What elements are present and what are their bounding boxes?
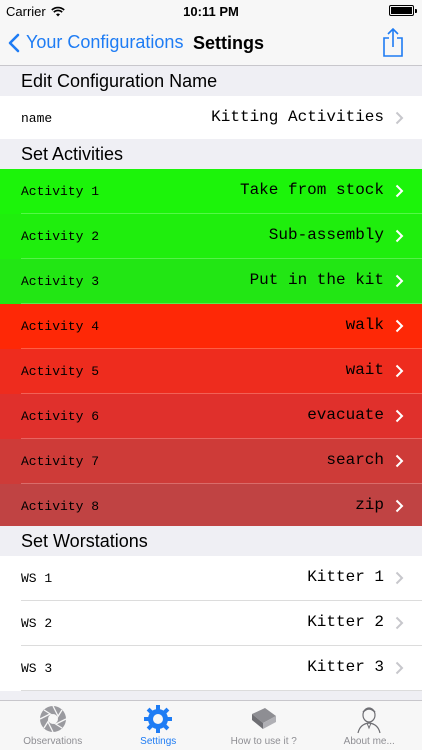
activity-label: Activity 8 [21, 499, 100, 514]
workstation-value: Kitter 3 [307, 658, 384, 676]
back-button[interactable]: Your Configurations [8, 32, 183, 53]
chevron-right-icon [395, 409, 404, 423]
activity-value: evacuate [307, 406, 384, 424]
tab-about-me[interactable]: About me... [317, 701, 422, 750]
workstation-label: WS 2 [21, 616, 53, 631]
share-button[interactable] [382, 27, 404, 63]
back-button-label: Your Configurations [26, 32, 184, 52]
chevron-right-icon [395, 454, 404, 468]
workstation-row[interactable]: WS 1 Kitter 1 [0, 556, 422, 601]
activity-label: Activity 5 [21, 364, 100, 379]
chevron-right-icon [395, 571, 404, 585]
activity-row[interactable]: Activity 1 Take from stock [0, 169, 422, 214]
activity-label: Activity 4 [21, 319, 100, 334]
tab-observations[interactable]: Observations [0, 701, 106, 750]
chevron-right-icon [395, 274, 404, 288]
tab-settings[interactable]: Settings [106, 701, 212, 750]
tab-label: Observations [23, 736, 83, 747]
gear-icon [144, 705, 173, 733]
activity-label: Activity 3 [21, 274, 100, 289]
activity-value: Sub-assembly [268, 226, 384, 244]
chevron-left-icon [8, 33, 20, 52]
activity-label: Activity 6 [21, 409, 100, 424]
chevron-right-icon [395, 499, 404, 513]
row-divider [21, 690, 422, 691]
activity-label: Activity 2 [21, 229, 100, 244]
person-sketch-icon [357, 707, 381, 734]
section-header-workstations: Set Worstations [0, 526, 422, 556]
chevron-right-icon [395, 319, 404, 333]
tab-label: Settings [140, 736, 177, 747]
book-icon [251, 708, 276, 729]
activity-value: Put in the kit [249, 271, 384, 289]
activity-value: zip [355, 496, 384, 514]
activity-row[interactable]: Activity 4 walk [0, 304, 422, 349]
activity-value: wait [345, 361, 384, 379]
tab-label: About me... [343, 736, 395, 747]
activity-label: Activity 7 [21, 454, 100, 469]
workstation-label: WS 3 [21, 661, 53, 676]
workstation-label: WS 1 [21, 571, 53, 586]
page-title: Settings [193, 33, 265, 53]
activity-row[interactable]: Activity 5 wait [0, 349, 422, 394]
row-value: Kitting Activities [211, 108, 384, 126]
tab-label: How to use it ? [230, 736, 297, 747]
section-header-activities: Set Activities [0, 139, 422, 169]
activity-row[interactable]: Activity 6 evacuate [0, 394, 422, 439]
activity-value: search [326, 451, 384, 469]
chevron-right-icon [395, 184, 404, 198]
chevron-right-icon [395, 111, 404, 125]
row-label: name [21, 111, 53, 126]
activity-row[interactable]: Activity 2 Sub-assembly [0, 214, 422, 259]
chevron-right-icon [395, 364, 404, 378]
activity-row[interactable]: Activity 7 search [0, 439, 422, 484]
status-bar: Carrier 10:11 PM [0, 0, 422, 22]
workstation-row[interactable]: WS 3 Kitter 3 [0, 646, 422, 691]
aperture-icon [39, 705, 67, 733]
battery-icon [389, 5, 417, 16]
chevron-right-icon [395, 229, 404, 243]
config-name-row[interactable]: name Kitting Activities [0, 96, 422, 139]
activity-row[interactable]: Activity 3 Put in the kit [0, 259, 422, 304]
workstation-row[interactable]: WS 2 Kitter 2 [0, 601, 422, 646]
clock: 10:11 PM [183, 4, 239, 19]
workstation-value: Kitter 1 [307, 568, 384, 586]
chevron-right-icon [395, 661, 404, 675]
workstation-value: Kitter 2 [307, 613, 384, 631]
activity-value: walk [345, 316, 384, 334]
activity-label: Activity 1 [21, 184, 100, 199]
tab-how-to-use[interactable]: How to use it ? [211, 701, 317, 750]
share-icon [383, 27, 403, 57]
activity-value: Take from stock [239, 181, 384, 199]
tab-bar: Observations Settings How to use it ? Ab… [0, 700, 422, 750]
chevron-right-icon [395, 616, 404, 630]
navigation-bar: Your Configurations Settings [0, 22, 422, 66]
section-header-config-name: Edit Configuration Name [0, 66, 422, 96]
activity-row[interactable]: Activity 8 zip [0, 484, 422, 529]
